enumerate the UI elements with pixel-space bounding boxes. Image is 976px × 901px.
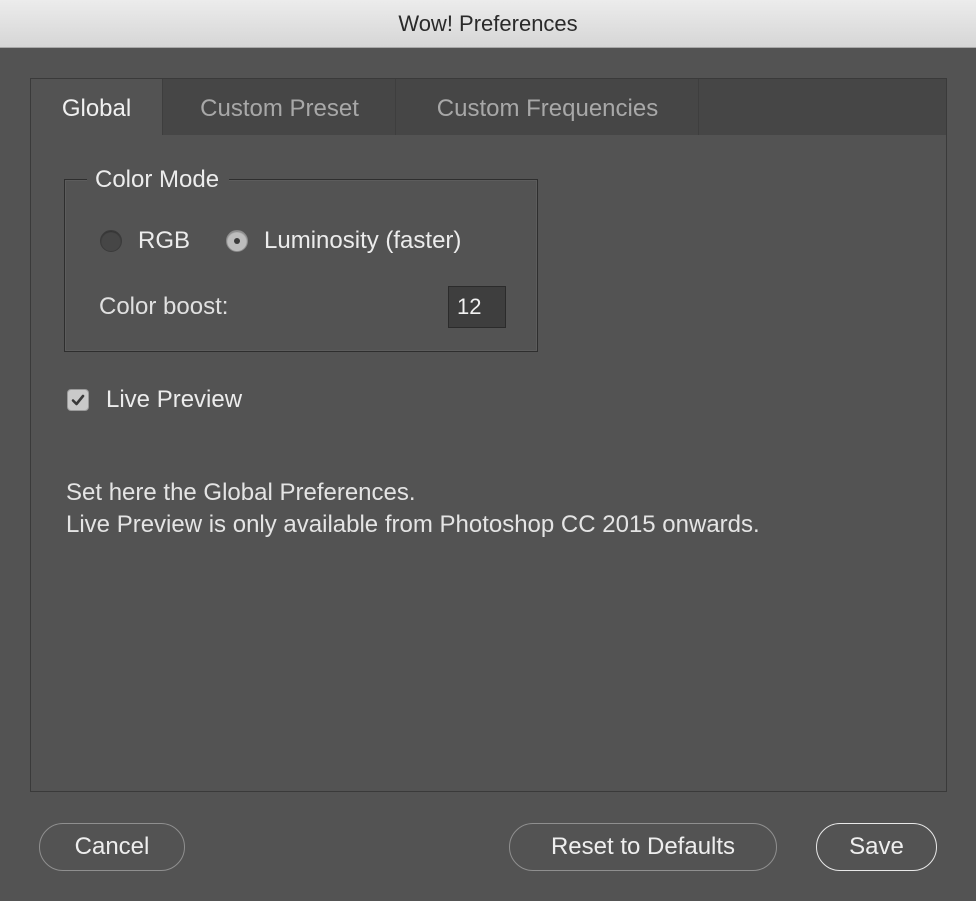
rgb-radio-label[interactable]: RGB xyxy=(138,227,190,255)
tab-custom-frequencies[interactable]: Custom Frequencies xyxy=(397,79,699,135)
preferences-panel: Global Custom Preset Custom Frequencies … xyxy=(30,78,947,792)
live-preview-checkbox[interactable] xyxy=(67,389,89,411)
color-mode-legend: Color Mode xyxy=(87,163,230,197)
tab-global[interactable]: Global xyxy=(31,79,163,135)
tab-global-label: Global xyxy=(61,95,132,122)
info-text: Set here the Global Preferences. Live Pr… xyxy=(66,477,760,541)
save-button[interactable]: Save xyxy=(816,823,937,871)
tab-bar: Global Custom Preset Custom Frequencies xyxy=(31,79,946,135)
reset-to-defaults-button[interactable]: Reset to Defaults xyxy=(509,823,777,871)
tab-custom-frequencies-label: Custom Frequencies xyxy=(436,95,659,122)
preferences-window: Wow! Preferences Global Custom Preset Cu… xyxy=(0,0,976,901)
color-boost-input[interactable]: 12 xyxy=(448,286,506,328)
color-mode-radio-row: RGB Luminosity (faster) xyxy=(100,226,461,256)
info-line-1: Set here the Global Preferences. xyxy=(66,479,416,506)
tab-custom-preset-label: Custom Preset xyxy=(200,95,359,122)
cancel-button[interactable]: Cancel xyxy=(39,823,185,871)
color-mode-group: Color Mode RGB Luminosity (faster) Color… xyxy=(64,163,538,352)
color-boost-label: Color boost: xyxy=(99,293,229,320)
luminosity-radio[interactable] xyxy=(226,230,249,252)
window-titlebar[interactable]: Wow! Preferences xyxy=(0,0,976,48)
checkmark-icon xyxy=(71,394,85,406)
tab-custom-preset[interactable]: Custom Preset xyxy=(164,79,396,135)
info-line-2: Live Preview is only available from Phot… xyxy=(66,511,760,538)
luminosity-radio-label[interactable]: Luminosity (faster) xyxy=(264,227,461,255)
live-preview-row[interactable]: Live Preview xyxy=(67,386,242,414)
window-title: Wow! Preferences xyxy=(398,11,578,36)
live-preview-label[interactable]: Live Preview xyxy=(106,386,242,414)
rgb-radio[interactable] xyxy=(100,230,122,252)
cancel-button-label: Cancel xyxy=(74,833,150,860)
save-button-label: Save xyxy=(849,833,904,860)
reset-button-label: Reset to Defaults xyxy=(550,833,736,860)
